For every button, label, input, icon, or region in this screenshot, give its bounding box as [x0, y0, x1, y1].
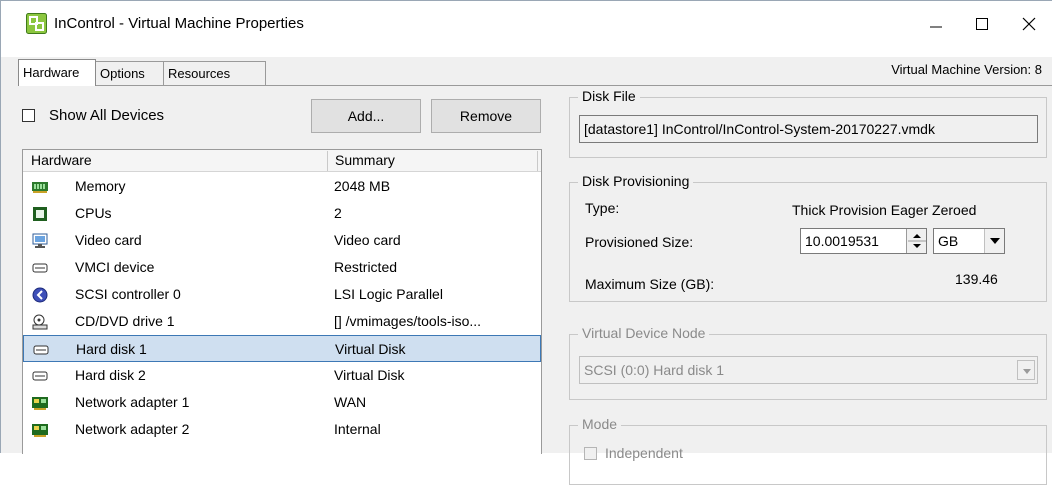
virtual-device-node-select[interactable]: SCSI (0:0) Hard disk 1	[579, 356, 1038, 384]
size-unit-select[interactable]: GB	[933, 228, 1005, 254]
type-label: Type:	[585, 200, 620, 216]
hardware-row-network-adapter-2[interactable]: Network adapter 2 Internal	[23, 416, 541, 443]
maximum-size-value: 139.46	[955, 271, 998, 287]
mode-group: Mode Independent	[569, 416, 1047, 485]
disk-file-path-field[interactable]: [datastore1] InControl/InControl-System-…	[579, 115, 1038, 143]
device-icon	[32, 263, 48, 273]
tab-divider	[18, 85, 1052, 86]
cpu-icon	[33, 207, 47, 221]
row-summary: Virtual Disk	[335, 341, 406, 357]
row-name: CPUs	[75, 205, 112, 221]
hardware-row-hard-disk-1[interactable]: Hard disk 1 Virtual Disk	[23, 335, 541, 362]
minimize-button[interactable]	[916, 10, 956, 38]
window-title: InControl - Virtual Machine Properties	[54, 15, 304, 32]
row-summary: Video card	[334, 232, 401, 248]
row-name: Hard disk 2	[75, 367, 146, 383]
hardware-row-hard-disk-2[interactable]: Hard disk 2 Virtual Disk	[23, 362, 541, 389]
column-separator[interactable]	[537, 151, 538, 171]
column-header-hardware[interactable]: Hardware	[31, 152, 92, 168]
list-header: Hardware Summary	[23, 150, 541, 172]
minimize-icon	[930, 26, 942, 28]
show-all-devices-checkbox[interactable]: Show All Devices	[22, 107, 164, 124]
disk-file-group-label: Disk File	[578, 88, 640, 104]
hardware-row-video-card[interactable]: Video card Video card	[23, 227, 541, 254]
row-summary: LSI Logic Parallel	[334, 286, 443, 302]
provisioned-size-label: Provisioned Size:	[585, 234, 694, 250]
row-summary: Internal	[334, 421, 381, 437]
tab-options[interactable]: Options	[95, 61, 164, 85]
provisioned-size-spinner[interactable]: 10.0019531	[800, 228, 927, 254]
row-summary: Restricted	[334, 259, 398, 275]
chevron-down-icon	[990, 238, 1000, 244]
column-separator[interactable]	[327, 151, 328, 171]
column-header-summary[interactable]: Summary	[335, 152, 395, 168]
row-name: Hard disk 1	[76, 341, 147, 357]
hardware-row-vmci-device[interactable]: VMCI device Restricted	[23, 254, 541, 281]
size-unit-value: GB	[938, 233, 959, 249]
virtual-device-node-group: Virtual Device Node SCSI (0:0) Hard disk…	[569, 325, 1047, 400]
checkbox-box[interactable]	[584, 446, 597, 460]
independent-label: Independent	[605, 445, 683, 461]
hardware-list[interactable]: Hardware Summary Memory 2048 MB CPUs 2 V…	[22, 149, 542, 454]
tab-hardware[interactable]: Hardware	[18, 59, 96, 86]
disk-file-group: Disk File [datastore1] InControl/InContr…	[569, 88, 1047, 158]
virtual-device-node-group-label: Virtual Device Node	[578, 325, 710, 341]
hardware-row-network-adapter-1[interactable]: Network adapter 1 WAN	[23, 389, 541, 416]
chevron-down-icon	[1023, 369, 1031, 374]
mode-group-label: Mode	[578, 416, 622, 432]
spinner-arrows[interactable]	[906, 229, 926, 253]
row-name: SCSI controller 0	[75, 286, 181, 302]
hard-disk-icon	[33, 345, 49, 355]
memory-icon	[32, 182, 48, 193]
virtual-device-node-value: SCSI (0:0) Hard disk 1	[584, 362, 725, 378]
row-summary: WAN	[334, 394, 367, 410]
network-adapter-icon	[32, 397, 48, 410]
dropdown-button[interactable]	[1017, 360, 1035, 380]
row-summary: 2048 MB	[334, 178, 391, 194]
provisioned-size-value[interactable]: 10.0019531	[805, 233, 905, 249]
title-bar[interactable]: InControl - Virtual Machine Properties	[1, 1, 1052, 57]
independent-checkbox[interactable]: Independent	[584, 445, 683, 461]
checkbox-box[interactable]	[22, 109, 35, 122]
disk-provisioning-group-label: Disk Provisioning	[578, 173, 694, 189]
scsi-controller-icon	[32, 287, 48, 303]
row-name: Video card	[75, 232, 142, 248]
row-name: Network adapter 1	[75, 394, 190, 410]
spinner-up-down-icon	[908, 234, 926, 248]
row-summary: [] /vmimages/tools-iso...	[334, 313, 482, 329]
hardware-row-scsi-controller-0[interactable]: SCSI controller 0 LSI Logic Parallel	[23, 281, 541, 308]
row-summary: Virtual Disk	[334, 367, 405, 383]
dropdown-button[interactable]	[984, 229, 1004, 253]
monitor-icon	[32, 233, 48, 248]
maximize-button[interactable]	[962, 10, 1002, 38]
row-name: VMCI device	[75, 259, 155, 275]
type-value: Thick Provision Eager Zeroed	[792, 202, 977, 218]
hardware-row-cd-dvd-drive-1[interactable]: CD/DVD drive 1 [] /vmimages/tools-iso...	[23, 308, 541, 335]
vm-version-label: Virtual Machine Version: 8	[891, 62, 1042, 77]
tab-resources[interactable]: Resources	[163, 61, 266, 85]
network-adapter-icon	[32, 424, 48, 437]
hard-disk-icon	[32, 371, 48, 381]
hardware-row-cpus[interactable]: CPUs 2	[23, 200, 541, 227]
row-summary: 2	[334, 205, 342, 221]
maximize-icon	[976, 18, 988, 30]
vm-properties-window: InControl - Virtual Machine Properties H…	[0, 0, 1052, 485]
disk-provisioning-group: Disk Provisioning Type: Thick Provision …	[569, 173, 1047, 302]
row-name: CD/DVD drive 1	[75, 313, 175, 329]
hardware-row-memory[interactable]: Memory 2048 MB	[23, 173, 541, 200]
row-name: Memory	[75, 178, 126, 194]
show-all-devices-label: Show All Devices	[49, 107, 165, 124]
row-name: Network adapter 2	[75, 421, 190, 437]
close-icon	[1022, 17, 1036, 31]
maximum-size-label: Maximum Size (GB):	[585, 276, 715, 292]
remove-button[interactable]: Remove	[431, 99, 541, 133]
add-button[interactable]: Add...	[311, 99, 421, 133]
cd-drive-icon	[32, 314, 48, 330]
app-icon	[26, 13, 47, 34]
close-button[interactable]	[1009, 10, 1049, 38]
